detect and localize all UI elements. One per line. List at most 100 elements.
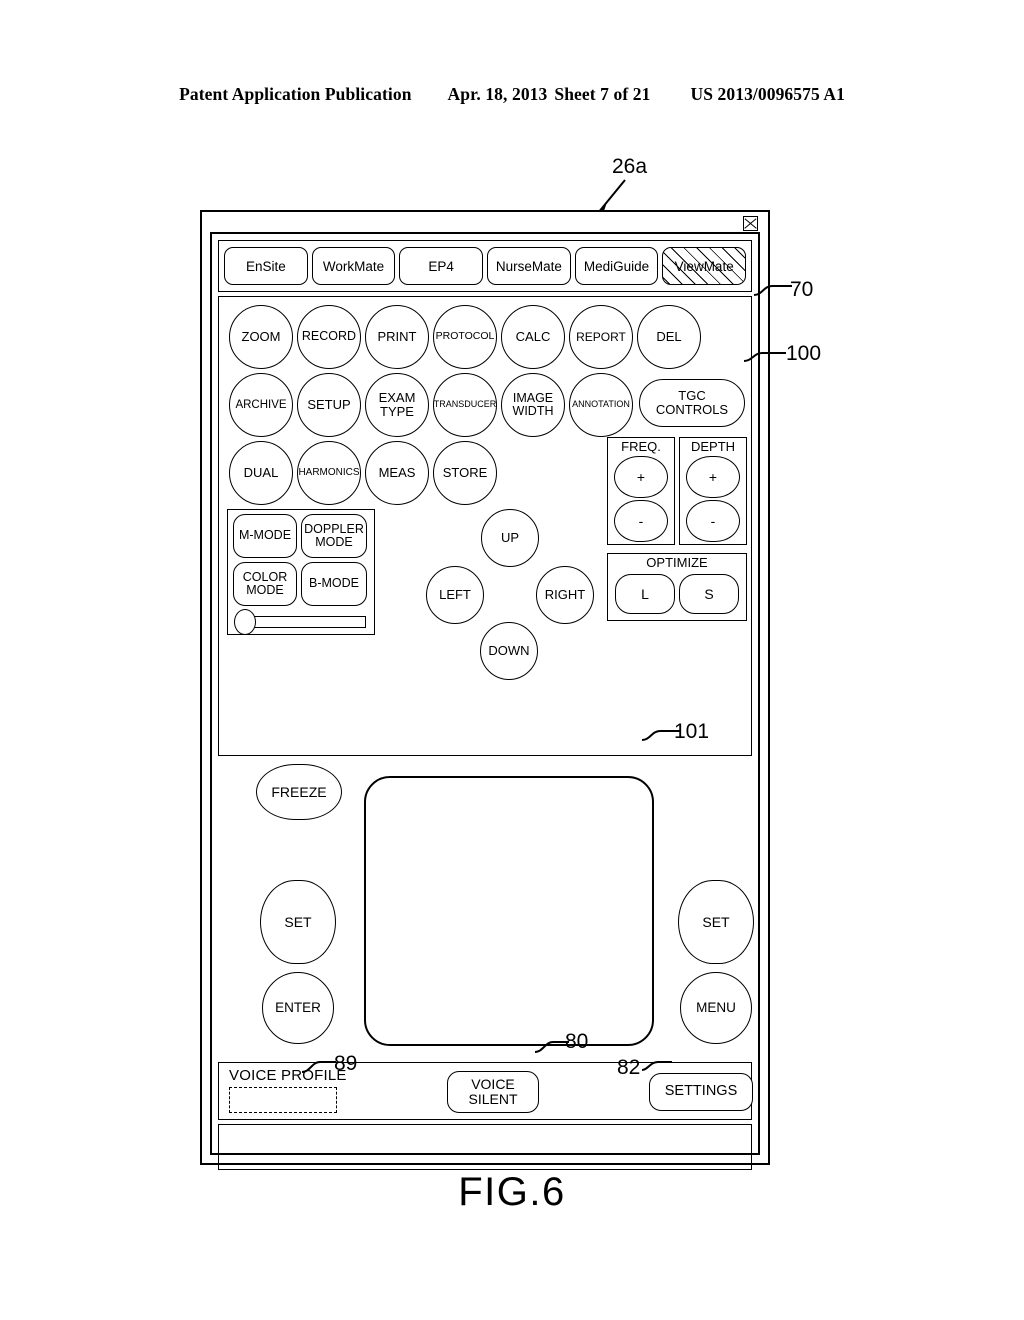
button-b-mode[interactable]: B-MODE	[301, 562, 367, 606]
optimize-group: OPTIMIZE L S	[607, 553, 747, 621]
button-label: EXAM TYPE	[378, 390, 416, 419]
button-exam-type[interactable]: EXAM TYPE	[365, 373, 429, 437]
leader-line-82	[641, 1061, 672, 1071]
button-label: ENTER	[275, 999, 321, 1015]
depth-group-label: DEPTH	[690, 439, 736, 454]
gain-slider-knob[interactable]	[234, 609, 256, 635]
button-transducer[interactable]: TRANSDUCER	[433, 373, 497, 437]
button-label: RECORD	[301, 329, 357, 344]
button-label: REPORT	[576, 329, 626, 344]
figure-caption: FIG.6	[458, 1170, 566, 1214]
button-freq-minus[interactable]: -	[614, 500, 668, 542]
button-set-left[interactable]: SET	[260, 880, 336, 964]
button-dual[interactable]: DUAL	[229, 441, 293, 505]
tab-workmate[interactable]: WorkMate	[311, 247, 396, 285]
button-label: FREEZE	[271, 783, 327, 800]
button-calc[interactable]: CALC	[501, 305, 565, 369]
close-icon[interactable]	[743, 216, 758, 231]
button-depth-minus[interactable]: -	[686, 500, 740, 542]
device-inner-frame: EnSite WorkMate EP4 NurseMate MediGuide …	[210, 232, 760, 1170]
button-voice-silent[interactable]: VOICE SILENT	[447, 1071, 539, 1113]
button-label: DUAL	[243, 465, 279, 481]
button-harmonics[interactable]: HARMONICS	[297, 441, 361, 505]
button-optimize-large[interactable]: L	[615, 574, 675, 614]
button-store[interactable]: STORE	[433, 441, 497, 505]
button-label: PRINT	[377, 329, 417, 345]
mode-group: M-MODE DOPPLER MODE COLOR MODE B-MODE	[227, 509, 375, 635]
device-outer-frame: EnSite WorkMate EP4 NurseMate MediGuide …	[200, 210, 770, 1170]
button-color-mode[interactable]: COLOR MODE	[233, 562, 297, 606]
button-label: DEL	[656, 329, 682, 345]
button-freq-plus[interactable]: +	[614, 456, 668, 498]
button-label: SET	[702, 913, 730, 930]
callout-touchpad: 101	[674, 720, 710, 743]
tab-ep4[interactable]: EP4	[399, 247, 484, 285]
tab-label: NurseMate	[495, 258, 562, 274]
tab-label: WorkMate	[322, 258, 385, 274]
button-down[interactable]: DOWN	[480, 622, 538, 680]
optimize-group-label: OPTIMIZE	[646, 555, 708, 570]
button-up[interactable]: UP	[481, 509, 539, 567]
button-del[interactable]: DEL	[637, 305, 701, 369]
freq-group-label: FREQ.	[621, 439, 661, 454]
button-label: L	[641, 585, 649, 602]
button-freeze[interactable]: FREEZE	[256, 764, 342, 820]
button-archive[interactable]: ARCHIVE	[229, 373, 293, 437]
button-label: +	[636, 468, 646, 485]
button-optimize-small[interactable]: S	[679, 574, 739, 614]
tab-viewmate[interactable]: ViewMate	[662, 247, 747, 285]
page-header: Patent Application Publication Apr. 18, …	[0, 84, 1024, 105]
button-m-mode[interactable]: M-MODE	[233, 514, 297, 558]
tab-label: MediGuide	[583, 258, 650, 274]
status-panel	[218, 1124, 752, 1170]
button-label: M-MODE	[238, 528, 292, 543]
button-setup[interactable]: SETUP	[297, 373, 361, 437]
button-label: UP	[500, 530, 520, 546]
button-label: MEAS	[378, 465, 416, 481]
button-print[interactable]: PRINT	[365, 305, 429, 369]
control-panel: ZOOM RECORD PRINT PROTOCOL CALC REPORT D…	[218, 296, 752, 756]
tab-label: ViewMate	[674, 258, 734, 274]
button-annotation[interactable]: ANNOTATION	[569, 373, 633, 437]
tab-mediguide[interactable]: MediGuide	[574, 247, 659, 285]
tab-bar: EnSite WorkMate EP4 NurseMate MediGuide …	[218, 240, 752, 292]
tab-nursemate[interactable]: NurseMate	[487, 247, 571, 285]
button-image-width[interactable]: IMAGE WIDTH	[501, 373, 565, 437]
button-label: ZOOM	[241, 329, 281, 345]
button-label: LEFT	[439, 587, 471, 603]
button-meas[interactable]: MEAS	[365, 441, 429, 505]
button-zoom[interactable]: ZOOM	[229, 305, 293, 369]
depth-group: DEPTH + -	[679, 437, 747, 545]
voice-profile-input[interactable]	[229, 1087, 337, 1113]
button-depth-plus[interactable]: +	[686, 456, 740, 498]
button-tgc-controls[interactable]: TGC CONTROLS	[639, 379, 745, 427]
button-label: STORE	[442, 465, 488, 481]
patent-number: US 2013/0096575 A1	[690, 84, 845, 104]
button-doppler-mode[interactable]: DOPPLER MODE	[301, 514, 367, 558]
callout-voice-silent: 80	[565, 1030, 589, 1053]
button-report[interactable]: REPORT	[569, 305, 633, 369]
button-record[interactable]: RECORD	[297, 305, 361, 369]
tab-ensite[interactable]: EnSite	[224, 247, 308, 285]
button-label: HARMONICS	[298, 466, 360, 478]
button-right[interactable]: RIGHT	[536, 566, 594, 624]
button-label: ARCHIVE	[235, 398, 287, 411]
button-menu[interactable]: MENU	[680, 972, 752, 1044]
button-protocol[interactable]: PROTOCOL	[433, 305, 497, 369]
button-left[interactable]: LEFT	[426, 566, 484, 624]
button-enter[interactable]: ENTER	[262, 972, 334, 1044]
button-label: S	[704, 585, 714, 602]
button-label: +	[708, 468, 718, 485]
touchpad-zone: FREEZE SET ENTER SET MENU	[218, 760, 754, 1058]
touchpad[interactable]	[364, 776, 654, 1046]
callout-tabbar: 70	[790, 278, 814, 301]
button-label: -	[710, 512, 716, 529]
sheet-number: Sheet 7 of 21	[554, 84, 651, 104]
button-set-right[interactable]: SET	[678, 880, 754, 964]
publication-title: Patent Application Publication	[179, 84, 412, 104]
button-label: ANNOTATION	[572, 399, 630, 410]
callout-panel: 100	[786, 342, 822, 365]
button-label: RIGHT	[544, 587, 586, 603]
button-label: SETUP	[307, 397, 351, 413]
gain-slider-track[interactable]	[246, 616, 366, 628]
